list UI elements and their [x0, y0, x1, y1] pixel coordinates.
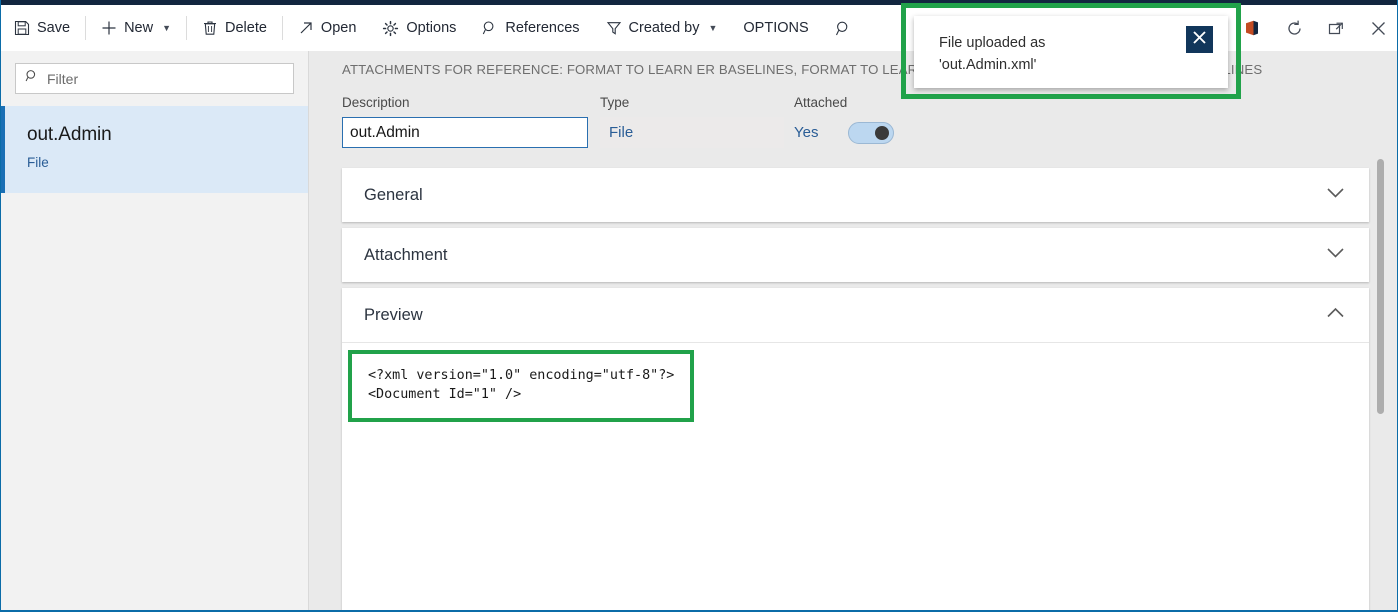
section-general: General [342, 168, 1369, 222]
left-list-panel: out.Admin File [1, 51, 309, 610]
search-button[interactable] [822, 5, 865, 51]
open-button[interactable]: Open [285, 5, 369, 51]
section-preview-body: <?xml version="1.0" encoding="utf-8"?> <… [342, 342, 1369, 612]
notification-toast: File uploaded as 'out.Admin.xml' [914, 16, 1228, 88]
popout-icon[interactable] [1315, 5, 1357, 51]
body-area: out.Admin File ATTACHMENTS FOR REFERENCE… [1, 51, 1398, 610]
toast-close-button[interactable] [1186, 26, 1213, 53]
detail-panel: ATTACHMENTS FOR REFERENCE: FORMAT TO LEA… [310, 51, 1398, 610]
search-icon [25, 69, 39, 88]
plus-icon [101, 20, 117, 36]
application-window: Save New ▼ Delete Open [0, 0, 1398, 612]
options-button[interactable]: Options [369, 5, 469, 51]
type-field-group: Type File [600, 95, 784, 148]
close-icon [1191, 29, 1208, 51]
vertical-scrollbar[interactable] [1373, 51, 1389, 610]
section-general-title: General [364, 186, 1326, 205]
section-preview: Preview <?xml version="1.0" encoding="ut… [342, 288, 1369, 612]
type-label: Type [600, 95, 784, 110]
type-value[interactable]: File [600, 117, 784, 148]
toast-message: File uploaded as 'out.Admin.xml' [939, 32, 1045, 76]
gear-icon [382, 20, 399, 37]
created-by-button[interactable]: Created by ▼ [593, 5, 731, 51]
field-row: Description Type File Attached Yes [342, 95, 1372, 157]
new-button[interactable]: New ▼ [88, 5, 184, 51]
delete-button[interactable]: Delete [189, 5, 280, 51]
list-item-subtitle: File [27, 155, 308, 170]
trash-icon [202, 20, 218, 36]
description-label: Description [342, 95, 588, 110]
xml-preview-highlight: <?xml version="1.0" encoding="utf-8"?> <… [348, 350, 694, 422]
section-attachment: Attachment [342, 228, 1369, 282]
filter-input[interactable] [47, 71, 284, 87]
toolbar-divider [186, 16, 187, 40]
save-button[interactable]: Save [1, 5, 83, 51]
chevron-down-icon: ▼ [162, 23, 171, 33]
search-icon [482, 20, 498, 36]
section-attachment-header[interactable]: Attachment [342, 228, 1369, 282]
options-menu-label: OPTIONS [743, 20, 808, 36]
section-preview-title: Preview [364, 306, 1326, 325]
list-item[interactable]: out.Admin File [1, 106, 308, 193]
toolbar-divider [85, 16, 86, 40]
attached-value: Yes [794, 124, 818, 141]
xml-preview-line-2: <Document Id="1" /> [368, 385, 674, 404]
chevron-up-icon[interactable] [1326, 307, 1345, 323]
references-button-label: References [505, 20, 579, 36]
references-button[interactable]: References [469, 5, 592, 51]
description-input[interactable] [342, 117, 588, 148]
toast-message-line-1: File uploaded as [939, 32, 1045, 54]
toggle-knob [875, 126, 889, 140]
section-general-header[interactable]: General [342, 168, 1369, 222]
section-cards: General Attachment [342, 168, 1369, 610]
scrollbar-thumb[interactable] [1377, 159, 1384, 414]
toast-message-line-2: 'out.Admin.xml' [939, 54, 1045, 76]
chevron-down-icon[interactable] [1326, 247, 1345, 263]
section-attachment-title: Attachment [364, 246, 1326, 265]
refresh-icon[interactable] [1273, 5, 1315, 51]
chevron-down-icon[interactable] [1326, 187, 1345, 203]
created-by-button-label: Created by [629, 20, 700, 36]
save-icon [14, 20, 30, 36]
attached-row: Yes [794, 117, 944, 148]
delete-button-label: Delete [225, 20, 267, 36]
options-button-label: Options [406, 20, 456, 36]
chevron-down-icon: ▼ [708, 23, 717, 33]
filter-funnel-icon [606, 20, 622, 36]
new-button-label: New [124, 20, 153, 36]
search-icon [835, 20, 852, 37]
xml-preview-line-1: <?xml version="1.0" encoding="utf-8"?> [368, 366, 674, 385]
description-field-group: Description [342, 95, 588, 148]
open-arrow-icon [298, 20, 314, 36]
save-button-label: Save [37, 20, 70, 36]
options-menu-button[interactable]: OPTIONS [730, 5, 821, 51]
toolbar-divider [282, 16, 283, 40]
open-button-label: Open [321, 20, 356, 36]
attached-field-group: Attached Yes [794, 95, 944, 148]
section-preview-header[interactable]: Preview [342, 288, 1369, 342]
close-icon[interactable] [1357, 5, 1398, 51]
list-item-title: out.Admin [27, 124, 308, 146]
attached-toggle[interactable] [848, 122, 894, 144]
filter-box[interactable] [15, 63, 294, 94]
